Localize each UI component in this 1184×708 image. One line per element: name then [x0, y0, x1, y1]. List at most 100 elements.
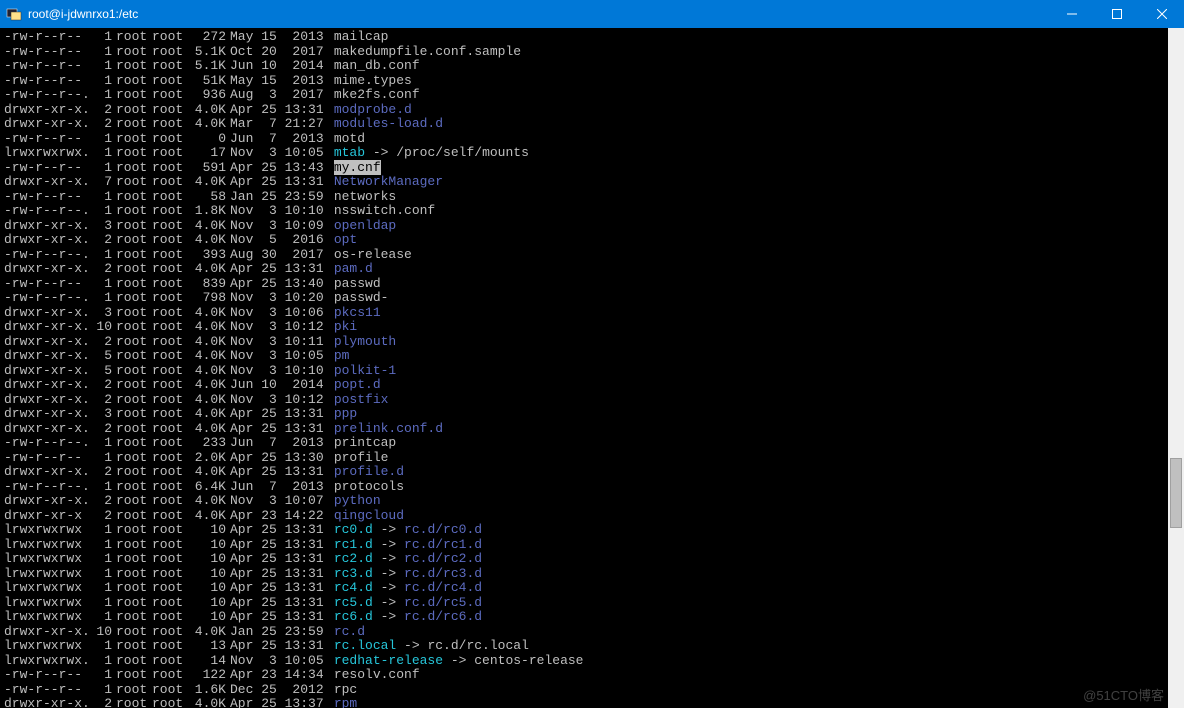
file-name: passwd- [334, 290, 389, 305]
symlink-target: rc.d/rc4.d [404, 580, 482, 595]
listing-row: -rw-r--r--1rootroot591Apr 25 13:43 my.cn… [4, 161, 1180, 176]
file-name: rc.local [334, 638, 396, 653]
listing-row: drwxr-xr-x.5rootroot4.0KNov 3 10:05 pm [4, 349, 1180, 364]
file-name: rpm [334, 696, 357, 708]
listing-row: drwxr-xr-x.2rootroot4.0KApr 25 13:31 mod… [4, 103, 1180, 118]
file-name: rc1.d [334, 537, 373, 552]
file-name: pm [334, 348, 350, 363]
file-name: opt [334, 232, 357, 247]
listing-row: drwxr-xr-x.2rootroot4.0KApr 25 13:31 pre… [4, 422, 1180, 437]
file-name: mailcap [334, 29, 389, 44]
listing-row: drwxr-xr-x.2rootroot4.0KApr 25 13:31 pro… [4, 465, 1180, 480]
listing-row: drwxr-xr-x.2rootroot4.0KApr 25 13:37 rpm [4, 697, 1180, 708]
listing-row: lrwxrwxrwx1rootroot10Apr 25 13:31 rc3.d … [4, 567, 1180, 582]
listing-row: -rw-r--r--.1rootroot393Aug 30 2017 os-re… [4, 248, 1180, 263]
file-name: rc.d [334, 624, 365, 639]
file-name: prelink.conf.d [334, 421, 443, 436]
file-name: man_db.conf [334, 58, 420, 73]
scrollbar-thumb[interactable] [1170, 458, 1182, 528]
symlink-target: /proc/self/mounts [396, 145, 529, 160]
file-name: plymouth [334, 334, 396, 349]
listing-row: drwxr-xr-x.5rootroot4.0KNov 3 10:10 polk… [4, 364, 1180, 379]
file-name: pkcs11 [334, 305, 381, 320]
vertical-scrollbar[interactable] [1168, 28, 1184, 708]
listing-row: drwxr-xr-x2rootroot4.0KApr 23 14:22 qing… [4, 509, 1180, 524]
file-name: rc0.d [334, 522, 373, 537]
watermark: @51CTO博客 [1083, 685, 1164, 704]
listing-row: lrwxrwxrwx1rootroot13Apr 25 13:31 rc.loc… [4, 639, 1180, 654]
file-name: networks [334, 189, 396, 204]
file-name: makedumpfile.conf.sample [334, 44, 521, 59]
symlink-target: centos-release [474, 653, 583, 668]
file-name: rc5.d [334, 595, 373, 610]
file-name: mke2fs.conf [334, 87, 420, 102]
symlink-target: rc.d/rc6.d [404, 609, 482, 624]
listing-row: lrwxrwxrwx1rootroot10Apr 25 13:31 rc2.d … [4, 552, 1180, 567]
symlink-target: rc.d/rc3.d [404, 566, 482, 581]
file-name: resolv.conf [334, 667, 420, 682]
listing-row: -rw-r--r--.1rootroot798Nov 3 10:20 passw… [4, 291, 1180, 306]
listing-row: -rw-r--r--1rootroot1.6KDec 25 2012 rpc [4, 683, 1180, 698]
file-name: rc2.d [334, 551, 373, 566]
listing-row: lrwxrwxrwx1rootroot10Apr 25 13:31 rc0.d … [4, 523, 1180, 538]
listing-row: lrwxrwxrwx1rootroot10Apr 25 13:31 rc1.d … [4, 538, 1180, 553]
terminal-area[interactable]: -rw-r--r--1rootroot272May 15 2013 mailca… [0, 28, 1184, 708]
file-name: protocols [334, 479, 404, 494]
putty-icon [6, 6, 22, 22]
listing-row: -rw-r--r--1rootroot0Jun 7 2013 motd [4, 132, 1180, 147]
listing-row: drwxr-xr-x.2rootroot4.0KJun 10 2014 popt… [4, 378, 1180, 393]
listing-row: -rw-r--r--1rootroot839Apr 25 13:40 passw… [4, 277, 1180, 292]
listing-row: drwxr-xr-x.2rootroot4.0KNov 3 10:11 plym… [4, 335, 1180, 350]
file-name: qingcloud [334, 508, 404, 523]
listing-row: drwxr-xr-x.7rootroot4.0KApr 25 13:31 Net… [4, 175, 1180, 190]
listing-row: drwxr-xr-x.3rootroot4.0KNov 3 10:09 open… [4, 219, 1180, 234]
file-name: NetworkManager [334, 174, 443, 189]
file-name: redhat-release [334, 653, 443, 668]
symlink-target: rc.d/rc5.d [404, 595, 482, 610]
symlink-target: rc.d/rc2.d [404, 551, 482, 566]
listing-row: -rw-r--r--1rootroot122Apr 23 14:34 resol… [4, 668, 1180, 683]
file-name: rpc [334, 682, 357, 697]
file-name: rc3.d [334, 566, 373, 581]
symlink-target: rc.d/rc0.d [404, 522, 482, 537]
file-name: polkit-1 [334, 363, 396, 378]
listing-row: drwxr-xr-x.2rootroot4.0KNov 3 10:07 pyth… [4, 494, 1180, 509]
listing-row: drwxr-xr-x.10rootroot4.0KJan 25 23:59 rc… [4, 625, 1180, 640]
listing-row: -rw-r--r--1rootroot5.1KJun 10 2014 man_d… [4, 59, 1180, 74]
file-name: motd [334, 131, 365, 146]
file-name: pki [334, 319, 357, 334]
file-name: mtab [334, 145, 365, 160]
listing-row: drwxr-xr-x.3rootroot4.0KApr 25 13:31 ppp [4, 407, 1180, 422]
file-name: pam.d [334, 261, 373, 276]
file-name: ppp [334, 406, 357, 421]
listing-row: -rw-r--r--.1rootroot936Aug 3 2017 mke2fs… [4, 88, 1180, 103]
file-name: profile [334, 450, 389, 465]
listing-row: -rw-r--r--1rootroot5.1KOct 20 2017 maked… [4, 45, 1180, 60]
close-button[interactable] [1139, 0, 1184, 28]
listing-row: lrwxrwxrwx1rootroot10Apr 25 13:31 rc6.d … [4, 610, 1180, 625]
file-name: rc6.d [334, 609, 373, 624]
listing-row: -rw-r--r--1rootroot2.0KApr 25 13:30 prof… [4, 451, 1180, 466]
listing-row: drwxr-xr-x.2rootroot4.0KNov 3 10:12 post… [4, 393, 1180, 408]
listing-row: lrwxrwxrwx1rootroot10Apr 25 13:31 rc4.d … [4, 581, 1180, 596]
maximize-button[interactable] [1094, 0, 1139, 28]
file-name: profile.d [334, 464, 404, 479]
listing-row: drwxr-xr-x.3rootroot4.0KNov 3 10:06 pkcs… [4, 306, 1180, 321]
symlink-target: rc.d/rc1.d [404, 537, 482, 552]
listing-row: -rw-r--r--.1rootroot1.8KNov 3 10:10 nssw… [4, 204, 1180, 219]
file-name: os-release [334, 247, 412, 262]
listing-row: -rw-r--r--.1rootroot6.4KJun 7 2013 proto… [4, 480, 1180, 495]
minimize-button[interactable] [1049, 0, 1094, 28]
file-name: openldap [334, 218, 396, 233]
file-name: modules-load.d [334, 116, 443, 131]
window-title: root@i-jdwnrxo1:/etc [28, 7, 138, 21]
listing-row: drwxr-xr-x.2rootroot4.0KMar 7 21:27 modu… [4, 117, 1180, 132]
file-name: rc4.d [334, 580, 373, 595]
listing-row: lrwxrwxrwx.1rootroot14Nov 3 10:05 redhat… [4, 654, 1180, 669]
listing-row: drwxr-xr-x.10rootroot4.0KNov 3 10:12 pki [4, 320, 1180, 335]
file-name: nsswitch.conf [334, 203, 435, 218]
symlink-target: rc.d/rc.local [427, 638, 528, 653]
file-name: passwd [334, 276, 381, 291]
listing-row: -rw-r--r--.1rootroot233Jun 7 2013 printc… [4, 436, 1180, 451]
listing-row: -rw-r--r--1rootroot51KMay 15 2013 mime.t… [4, 74, 1180, 89]
